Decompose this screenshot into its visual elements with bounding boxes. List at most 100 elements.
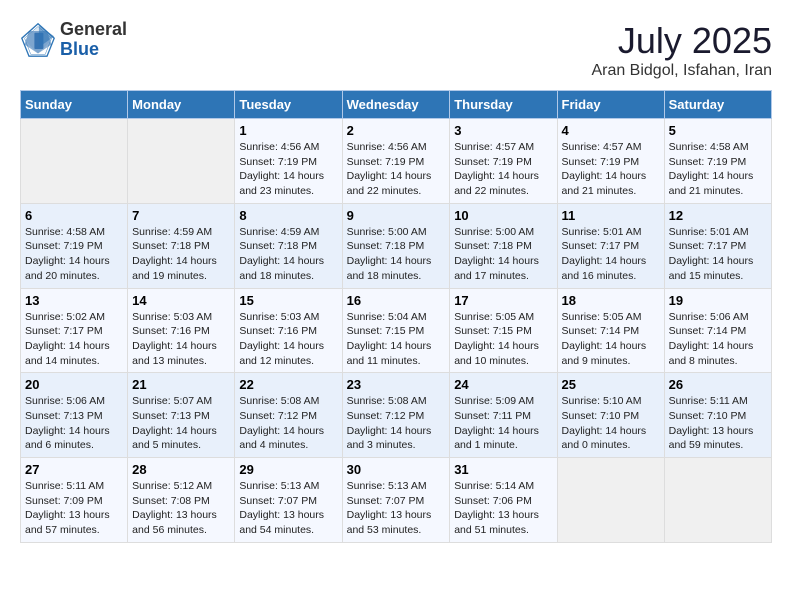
cell-content: Sunrise: 5:08 AMSunset: 7:12 PMDaylight:… [347,394,446,453]
day-number: 27 [25,462,123,477]
cell-content: Sunrise: 5:01 AMSunset: 7:17 PMDaylight:… [562,225,660,284]
cell-content: Sunrise: 5:11 AMSunset: 7:10 PMDaylight:… [669,394,767,453]
calendar-cell: 6 Sunrise: 4:58 AMSunset: 7:19 PMDaylight… [21,203,128,288]
cell-content: Sunrise: 5:10 AMSunset: 7:10 PMDaylight:… [562,394,660,453]
calendar-cell: 12Sunrise: 5:01 AMSunset: 7:17 PMDayligh… [664,203,771,288]
calendar-cell: 11 Sunrise: 5:01 AMSunset: 7:17 PMDayligh… [557,203,664,288]
calendar-cell: 8 Sunrise: 4:59 AMSunset: 7:18 PMDaylight… [235,203,342,288]
day-number: 19 [669,293,767,308]
calendar-cell [21,119,128,204]
cell-content: Sunrise: 5:13 AMSunset: 7:07 PMDaylight:… [239,479,337,538]
day-number: 31 [454,462,552,477]
day-number: 10 [454,208,552,223]
cell-content: Sunrise: 5:00 AMSunset: 7:18 PMDaylight:… [454,225,552,284]
day-number: 7 [132,208,230,223]
cell-content: Sunrise: 5:03 AMSunset: 7:16 PMDaylight:… [239,310,337,369]
day-number: 26 [669,377,767,392]
cell-content: Sunrise: 5:02 AMSunset: 7:17 PMDaylight:… [25,310,123,369]
calendar-week-row: 1 Sunrise: 4:56 AMSunset: 7:19 PMDaylight… [21,119,772,204]
calendar-cell: 22 Sunrise: 5:08 AMSunset: 7:12 PMDayligh… [235,373,342,458]
day-number: 22 [239,377,337,392]
calendar-cell: 26 Sunrise: 5:11 AMSunset: 7:10 PMDayligh… [664,373,771,458]
cell-content: Sunrise: 4:59 AMSunset: 7:18 PMDaylight:… [132,225,230,284]
calendar-cell: 21 Sunrise: 5:07 AMSunset: 7:13 PMDayligh… [128,373,235,458]
header-thursday: Thursday [450,91,557,119]
cell-content: Sunrise: 5:07 AMSunset: 7:13 PMDaylight:… [132,394,230,453]
calendar-cell: 7 Sunrise: 4:59 AMSunset: 7:18 PMDaylight… [128,203,235,288]
calendar-cell: 16 Sunrise: 5:04 AMSunset: 7:15 PMDayligh… [342,288,450,373]
cell-content: Sunrise: 5:00 AMSunset: 7:18 PMDaylight:… [347,225,446,284]
calendar-cell: 4 Sunrise: 4:57 AMSunset: 7:19 PMDaylight… [557,119,664,204]
calendar-cell: 14Sunrise: 5:03 AMSunset: 7:16 PMDayligh… [128,288,235,373]
day-number: 28 [132,462,230,477]
logo-icon [20,22,56,58]
calendar-cell: 23 Sunrise: 5:08 AMSunset: 7:12 PMDayligh… [342,373,450,458]
day-number: 3 [454,123,552,138]
cell-content: Sunrise: 4:58 AMSunset: 7:19 PMDaylight:… [25,225,123,284]
calendar-cell: 24Sunrise: 5:09 AMSunset: 7:11 PMDayligh… [450,373,557,458]
cell-content: Sunrise: 5:06 AMSunset: 7:13 PMDaylight:… [25,394,123,453]
cell-content: Sunrise: 5:06 AMSunset: 7:14 PMDaylight:… [669,310,767,369]
day-number: 9 [347,208,446,223]
calendar-cell [557,458,664,543]
cell-content: Sunrise: 5:05 AMSunset: 7:14 PMDaylight:… [562,310,660,369]
day-number: 1 [239,123,337,138]
cell-content: Sunrise: 5:03 AMSunset: 7:16 PMDaylight:… [132,310,230,369]
day-number: 23 [347,377,446,392]
header-friday: Friday [557,91,664,119]
calendar-cell: 20 Sunrise: 5:06 AMSunset: 7:13 PMDayligh… [21,373,128,458]
header-saturday: Saturday [664,91,771,119]
cell-content: Sunrise: 4:58 AMSunset: 7:19 PMDaylight:… [669,140,767,199]
page-title: July 2025 [591,20,772,62]
cell-content: Sunrise: 5:08 AMSunset: 7:12 PMDaylight:… [239,394,337,453]
day-number: 29 [239,462,337,477]
calendar-week-row: 6 Sunrise: 4:58 AMSunset: 7:19 PMDaylight… [21,203,772,288]
cell-content: Sunrise: 5:11 AMSunset: 7:09 PMDaylight:… [25,479,123,538]
page-header: General Blue July 2025 Aran Bidgol, Isfa… [20,20,772,80]
calendar-cell: 29 Sunrise: 5:13 AMSunset: 7:07 PMDayligh… [235,458,342,543]
calendar-cell: 5 Sunrise: 4:58 AMSunset: 7:19 PMDaylight… [664,119,771,204]
calendar-cell: 30 Sunrise: 5:13 AMSunset: 7:07 PMDayligh… [342,458,450,543]
cell-content: Sunrise: 4:57 AMSunset: 7:19 PMDaylight:… [562,140,660,199]
header-tuesday: Tuesday [235,91,342,119]
day-number: 6 [25,208,123,223]
calendar-cell: 18Sunrise: 5:05 AMSunset: 7:14 PMDayligh… [557,288,664,373]
day-number: 12 [669,208,767,223]
day-number: 11 [562,208,660,223]
calendar-cell: 13 Sunrise: 5:02 AMSunset: 7:17 PMDayligh… [21,288,128,373]
cell-content: Sunrise: 4:57 AMSunset: 7:19 PMDaylight:… [454,140,552,199]
calendar-table: SundayMondayTuesdayWednesdayThursdayFrid… [20,90,772,543]
logo: General Blue [20,20,127,60]
header-wednesday: Wednesday [342,91,450,119]
calendar-cell [664,458,771,543]
day-number: 13 [25,293,123,308]
logo-text: General Blue [60,20,127,60]
title-block: July 2025 Aran Bidgol, Isfahan, Iran [591,20,772,80]
calendar-week-row: 13 Sunrise: 5:02 AMSunset: 7:17 PMDayligh… [21,288,772,373]
cell-content: Sunrise: 4:59 AMSunset: 7:18 PMDaylight:… [239,225,337,284]
calendar-cell: 19 Sunrise: 5:06 AMSunset: 7:14 PMDayligh… [664,288,771,373]
cell-content: Sunrise: 5:13 AMSunset: 7:07 PMDaylight:… [347,479,446,538]
calendar-cell: 15Sunrise: 5:03 AMSunset: 7:16 PMDayligh… [235,288,342,373]
cell-content: Sunrise: 5:14 AMSunset: 7:06 PMDaylight:… [454,479,552,538]
day-number: 5 [669,123,767,138]
day-number: 2 [347,123,446,138]
page-location: Aran Bidgol, Isfahan, Iran [591,62,772,80]
cell-content: Sunrise: 5:09 AMSunset: 7:11 PMDaylight:… [454,394,552,453]
day-number: 20 [25,377,123,392]
header-sunday: Sunday [21,91,128,119]
day-number: 8 [239,208,337,223]
day-number: 30 [347,462,446,477]
calendar-header-row: SundayMondayTuesdayWednesdayThursdayFrid… [21,91,772,119]
calendar-cell: 28Sunrise: 5:12 AMSunset: 7:08 PMDayligh… [128,458,235,543]
header-monday: Monday [128,91,235,119]
calendar-week-row: 20 Sunrise: 5:06 AMSunset: 7:13 PMDayligh… [21,373,772,458]
day-number: 16 [347,293,446,308]
cell-content: Sunrise: 5:04 AMSunset: 7:15 PMDaylight:… [347,310,446,369]
calendar-week-row: 27 Sunrise: 5:11 AMSunset: 7:09 PMDayligh… [21,458,772,543]
day-number: 4 [562,123,660,138]
day-number: 21 [132,377,230,392]
cell-content: Sunrise: 4:56 AMSunset: 7:19 PMDaylight:… [347,140,446,199]
calendar-cell: 1Sunrise: 4:56 AMSunset: 7:19 PMDaylight… [235,119,342,204]
calendar-cell [128,119,235,204]
